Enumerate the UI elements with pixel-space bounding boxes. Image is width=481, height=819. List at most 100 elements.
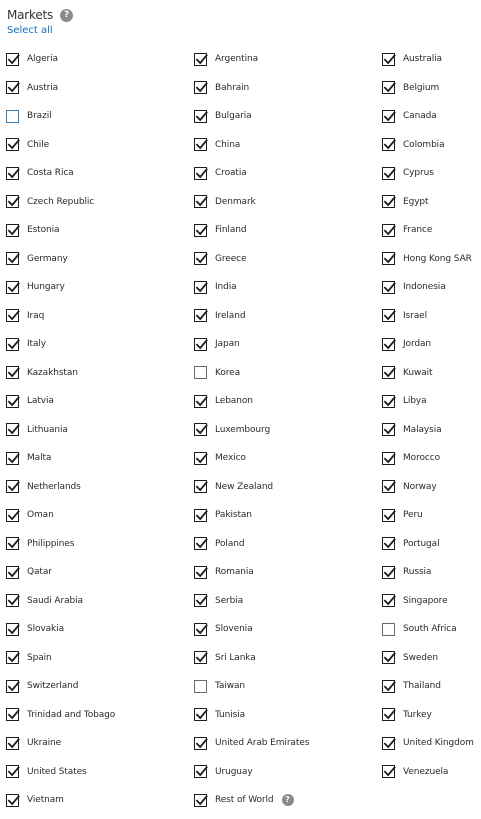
market-option-jordan[interactable]: Jordan <box>382 336 481 352</box>
market-option-trinidad-and-tobago[interactable]: Trinidad and Tobago <box>6 707 194 723</box>
checkbox-checked[interactable] <box>6 508 20 522</box>
checkbox-checked[interactable] <box>194 594 208 607</box>
market-option-egypt[interactable]: Egypt <box>382 194 481 210</box>
checkbox-checked[interactable] <box>6 765 20 778</box>
market-option-czech-republic[interactable]: Czech Republic <box>6 194 194 210</box>
checkbox-checked[interactable] <box>6 280 20 294</box>
checkbox-checked[interactable] <box>382 708 396 721</box>
market-option-ukraine[interactable]: Ukraine <box>6 735 194 751</box>
checkbox-checked[interactable] <box>6 793 20 807</box>
checkbox-checked[interactable] <box>382 52 396 66</box>
market-option-uruguay[interactable]: Uruguay <box>194 764 382 780</box>
market-option-sri-lanka[interactable]: Sri Lanka <box>194 650 382 666</box>
market-option-china[interactable]: China <box>194 137 382 153</box>
market-option-peru[interactable]: Peru <box>382 507 481 523</box>
checkbox-checked[interactable] <box>382 480 396 493</box>
market-option-colombia[interactable]: Colombia <box>382 137 481 153</box>
market-option-cyprus[interactable]: Cyprus <box>382 165 481 181</box>
checkbox-checked[interactable] <box>382 508 396 522</box>
checkbox-checked[interactable] <box>194 223 208 237</box>
checkbox-checked[interactable] <box>194 765 208 778</box>
market-option-italy[interactable]: Italy <box>6 336 194 352</box>
market-option-finland[interactable]: Finland <box>194 222 382 238</box>
checkbox-checked[interactable] <box>194 736 208 750</box>
checkbox-checked[interactable] <box>382 651 396 664</box>
market-option-japan[interactable]: Japan <box>194 336 382 352</box>
checkbox-checked[interactable] <box>382 166 396 180</box>
checkbox-checked[interactable] <box>382 366 396 379</box>
market-option-spain[interactable]: Spain <box>6 650 194 666</box>
checkbox-checked[interactable] <box>194 565 208 579</box>
checkbox-checked[interactable] <box>6 52 20 66</box>
market-option-ireland[interactable]: Ireland <box>194 308 382 324</box>
market-option-oman[interactable]: Oman <box>6 507 194 523</box>
checkbox-checked[interactable] <box>6 537 20 550</box>
checkbox-checked[interactable] <box>6 451 20 465</box>
checkbox-checked[interactable] <box>194 394 208 408</box>
checkbox-checked[interactable] <box>382 451 396 465</box>
market-option-indonesia[interactable]: Indonesia <box>382 279 481 295</box>
market-option-united-arab-emirates[interactable]: United Arab Emirates <box>194 735 382 751</box>
checkbox-checked[interactable] <box>6 195 20 208</box>
market-option-bahrain[interactable]: Bahrain <box>194 80 382 96</box>
market-option-turkey[interactable]: Turkey <box>382 707 481 723</box>
market-option-brazil[interactable]: Brazil <box>6 108 194 124</box>
checkbox-checked[interactable] <box>194 138 208 151</box>
market-option-costa-rica[interactable]: Costa Rica <box>6 165 194 181</box>
checkbox-checked[interactable] <box>6 679 20 693</box>
market-option-venezuela[interactable]: Venezuela <box>382 764 481 780</box>
market-option-israel[interactable]: Israel <box>382 308 481 324</box>
checkbox-checked[interactable] <box>194 337 208 351</box>
checkbox-checked[interactable] <box>194 480 208 493</box>
select-all-link[interactable]: Select all <box>7 25 53 36</box>
checkbox-checked[interactable] <box>382 594 396 607</box>
market-option-australia[interactable]: Australia <box>382 51 481 67</box>
checkbox-checked[interactable] <box>382 252 396 265</box>
checkbox-checked[interactable] <box>382 81 396 94</box>
market-option-malaysia[interactable]: Malaysia <box>382 422 481 438</box>
market-option-romania[interactable]: Romania <box>194 564 382 580</box>
market-option-qatar[interactable]: Qatar <box>6 564 194 580</box>
market-option-india[interactable]: India <box>194 279 382 295</box>
market-option-poland[interactable]: Poland <box>194 536 382 552</box>
market-option-new-zealand[interactable]: New Zealand <box>194 479 382 495</box>
checkbox-checked[interactable] <box>6 708 20 721</box>
checkbox-checked[interactable] <box>6 565 20 579</box>
market-option-rest-of-world[interactable]: Rest of World? <box>194 792 382 808</box>
market-option-saudi-arabia[interactable]: Saudi Arabia <box>6 593 194 609</box>
checkbox-checked[interactable] <box>6 337 20 351</box>
checkbox-checked[interactable] <box>194 508 208 522</box>
market-option-chile[interactable]: Chile <box>6 137 194 153</box>
checkbox-checked[interactable] <box>194 195 208 208</box>
checkbox-checked[interactable] <box>382 736 396 750</box>
checkbox-checked[interactable] <box>382 679 396 693</box>
market-option-portugal[interactable]: Portugal <box>382 536 481 552</box>
checkbox-checked[interactable] <box>194 651 208 664</box>
checkbox-checked[interactable] <box>194 280 208 294</box>
checkbox-checked[interactable] <box>382 765 396 778</box>
market-option-united-states[interactable]: United States <box>6 764 194 780</box>
checkbox-checked[interactable] <box>382 423 396 436</box>
market-option-russia[interactable]: Russia <box>382 564 481 580</box>
market-option-mexico[interactable]: Mexico <box>194 450 382 466</box>
help-icon[interactable]: ? <box>60 8 74 22</box>
checkbox-checked[interactable] <box>6 651 20 664</box>
market-option-hong-kong-sar[interactable]: Hong Kong SAR <box>382 251 481 267</box>
checkbox-checked[interactable] <box>6 223 20 237</box>
market-option-bulgaria[interactable]: Bulgaria <box>194 108 382 124</box>
market-option-united-kingdom[interactable]: United Kingdom <box>382 735 481 751</box>
market-option-pakistan[interactable]: Pakistan <box>194 507 382 523</box>
market-option-denmark[interactable]: Denmark <box>194 194 382 210</box>
market-option-morocco[interactable]: Morocco <box>382 450 481 466</box>
checkbox-checked[interactable] <box>382 109 396 123</box>
checkbox-checked[interactable] <box>194 309 208 322</box>
market-option-vietnam[interactable]: Vietnam <box>6 792 194 808</box>
checkbox-checked[interactable] <box>6 394 20 408</box>
checkbox-checked[interactable] <box>6 252 20 265</box>
checkbox-unchecked[interactable] <box>382 622 395 636</box>
market-option-netherlands[interactable]: Netherlands <box>6 479 194 495</box>
market-option-canada[interactable]: Canada <box>382 108 481 124</box>
checkbox-checked[interactable] <box>194 537 208 550</box>
market-option-belgium[interactable]: Belgium <box>382 80 481 96</box>
market-option-norway[interactable]: Norway <box>382 479 481 495</box>
